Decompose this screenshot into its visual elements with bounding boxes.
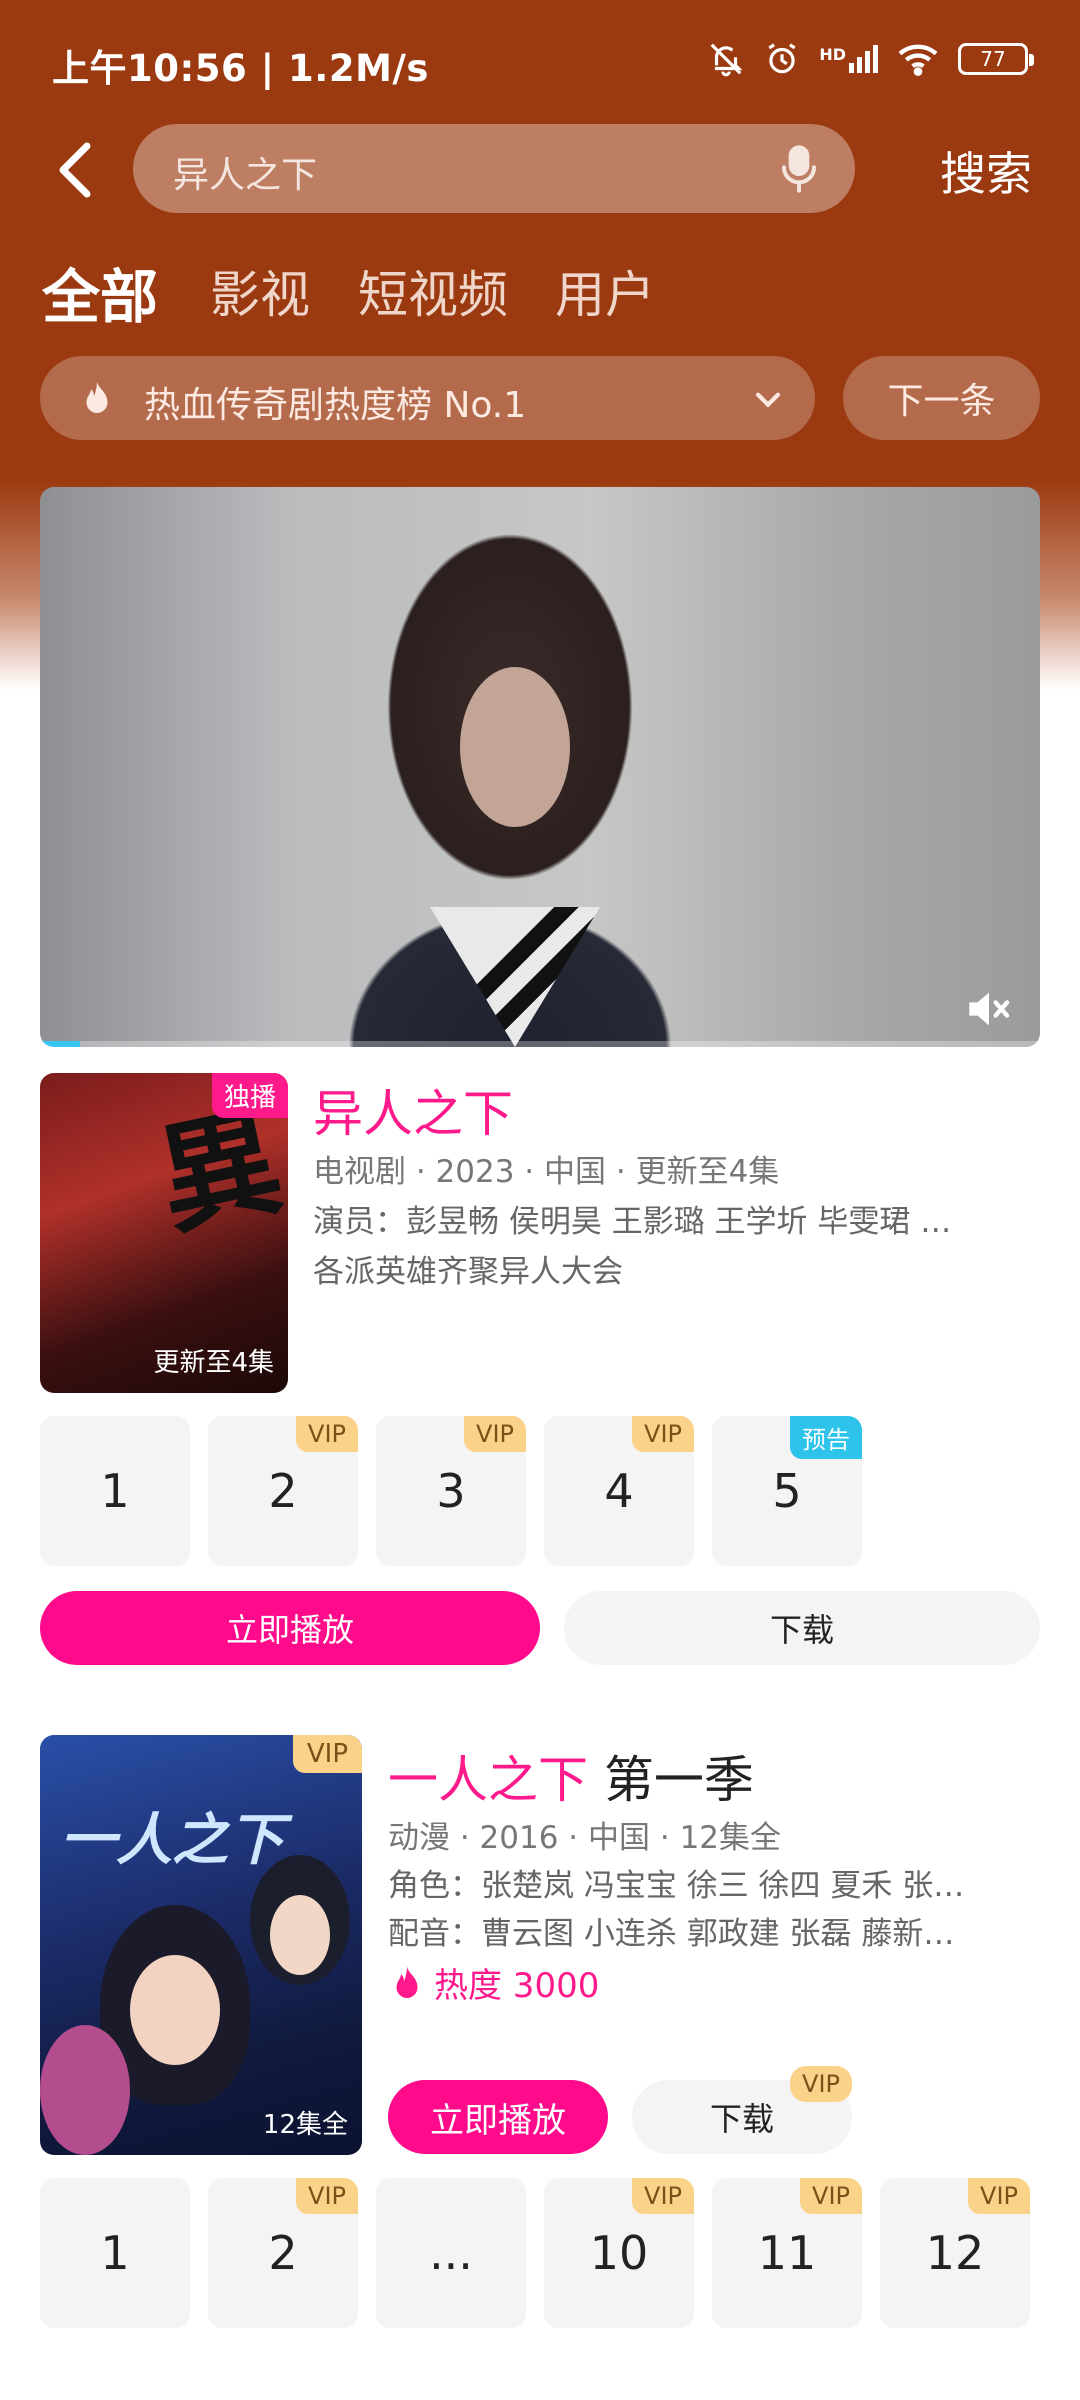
show-meta: 动漫 · 2016 · 中国 · 12集全	[388, 1820, 782, 1856]
heat-value: 热度 3000	[434, 1966, 600, 2006]
play-now-button[interactable]: 立即播放	[40, 1591, 540, 1665]
microphone-icon[interactable]	[779, 144, 819, 194]
show-meta: 电视剧 · 2023 · 中国 · 更新至4集	[313, 1154, 780, 1190]
exclusive-badge: 独播	[211, 1073, 288, 1118]
show-cast: 演员：彭昱畅 侯明昊 王影璐 王学圻 毕雯珺 …	[313, 1204, 952, 1240]
download-button[interactable]: 下载	[564, 1591, 1040, 1665]
status-icons: HD 77	[707, 40, 1034, 78]
signal-icon: HD	[819, 45, 878, 73]
search-input-value: 异人之下	[173, 155, 318, 196]
vip-tag: VIP	[464, 1416, 526, 1452]
back-arrow-icon[interactable]	[52, 140, 98, 200]
video-progress-fill	[40, 1041, 80, 1047]
episode-number: 1	[100, 2226, 130, 2280]
poster-figure	[270, 1895, 330, 1975]
status-time: 上午10:56 | 1.2M/s	[52, 47, 429, 90]
chevron-down-icon[interactable]	[751, 382, 785, 416]
vip-tag: VIP	[790, 2066, 852, 2102]
vip-tag: VIP	[632, 1416, 694, 1452]
flame-icon	[396, 1966, 418, 1998]
episode-number: 12	[925, 2226, 985, 2280]
episode-2-button[interactable]: 2 VIP	[208, 1416, 358, 1566]
show-title-rest: 第一季	[588, 1751, 754, 1809]
episode-3-button[interactable]: 3 VIP	[376, 1416, 526, 1566]
episode-11-button[interactable]: 11 VIP	[712, 2178, 862, 2328]
poster-art: 異	[146, 1092, 288, 1253]
tab-film-tv[interactable]: 影视	[210, 255, 310, 327]
poster-caption: 12集全	[262, 2110, 348, 2140]
episode-number: 5	[772, 1464, 802, 1518]
app-screen: 上午10:56 | 1.2M/s HD 77 异人之下 搜索 全部 影视 短视频	[0, 0, 1080, 2400]
video-preview[interactable]	[40, 487, 1040, 1047]
video-progress-bar[interactable]	[40, 1041, 1040, 1047]
poster-figure	[130, 1955, 220, 2065]
hot-ranking-text: 热血传奇剧热度榜 No.1	[144, 385, 527, 426]
wifi-icon	[898, 44, 938, 76]
tab-all[interactable]: 全部	[42, 250, 158, 334]
episode-number: 4	[604, 1464, 634, 1518]
battery-icon: 77	[958, 43, 1034, 75]
episode-number: 3	[436, 1464, 466, 1518]
vip-tag: VIP	[296, 2178, 358, 2214]
episode-4-button[interactable]: 4 VIP	[544, 1416, 694, 1566]
search-button[interactable]: 搜索	[940, 138, 1032, 204]
show-title[interactable]: 异人之下	[313, 1074, 513, 1146]
episode-1-button[interactable]: 1	[40, 1416, 190, 1566]
video-frame-figure	[460, 667, 570, 827]
video-frame-collar	[430, 907, 600, 1047]
hot-ranking-banner[interactable]: 热血传奇剧热度榜 No.1	[40, 356, 815, 440]
show-description: 各派英雄齐聚异人大会	[313, 1254, 623, 1290]
preview-tag: 预告	[790, 1416, 862, 1459]
show-roles: 角色：张楚岚 冯宝宝 徐三 徐四 夏禾 张…	[388, 1868, 965, 1904]
episode-number: ...	[429, 2226, 473, 2280]
vip-badge: VIP	[292, 1735, 362, 1773]
vip-tag: VIP	[632, 2178, 694, 2214]
episode-2-button[interactable]: 2 VIP	[208, 2178, 358, 2328]
vip-tag: VIP	[296, 1416, 358, 1452]
show-voice-cast: 配音：曹云图 小连杀 郭政建 张磊 藤新…	[388, 1916, 955, 1952]
episode-5-button[interactable]: 5 预告	[712, 1416, 862, 1566]
episode-10-button[interactable]: 10 VIP	[544, 2178, 694, 2328]
download-label: 下载	[709, 2100, 774, 2138]
poster-caption: 更新至4集	[153, 1348, 274, 1378]
show-title-highlight: 一人之下	[388, 1751, 588, 1809]
mute-bell-icon	[710, 43, 743, 77]
next-item-button[interactable]: 下一条	[843, 356, 1040, 440]
show-poster[interactable]: 一人之下 VIP 12集全	[40, 1735, 362, 2155]
heat-indicator: 热度 3000	[392, 1958, 599, 2007]
episode-1-button[interactable]: 1	[40, 2178, 190, 2328]
download-button[interactable]: 下载 VIP	[632, 2066, 852, 2154]
show-poster[interactable]: 異 独播 更新至4集	[40, 1073, 288, 1393]
vip-tag: VIP	[800, 2178, 862, 2214]
tab-short-video[interactable]: 短视频	[358, 255, 508, 327]
episode-number: 10	[589, 2226, 649, 2280]
episode-12-button[interactable]: 12 VIP	[880, 2178, 1030, 2328]
search-input[interactable]: 异人之下	[133, 124, 855, 213]
episode-number: 2	[268, 2226, 298, 2280]
episode-number: 11	[757, 2226, 817, 2280]
poster-figure	[40, 2025, 130, 2155]
episode-number: 2	[268, 1464, 298, 1518]
episode-more-button[interactable]: ...	[376, 2178, 526, 2328]
tab-users[interactable]: 用户	[555, 255, 655, 327]
muted-speaker-icon[interactable]	[966, 989, 1012, 1029]
episode-number: 1	[100, 1464, 130, 1518]
flame-icon	[86, 381, 108, 413]
play-now-button[interactable]: 立即播放	[388, 2080, 608, 2154]
vip-tag: VIP	[968, 2178, 1030, 2214]
alarm-icon	[768, 43, 796, 74]
poster-logo: 一人之下	[60, 1808, 284, 1873]
show-title[interactable]: 一人之下 第一季	[388, 1740, 754, 1812]
